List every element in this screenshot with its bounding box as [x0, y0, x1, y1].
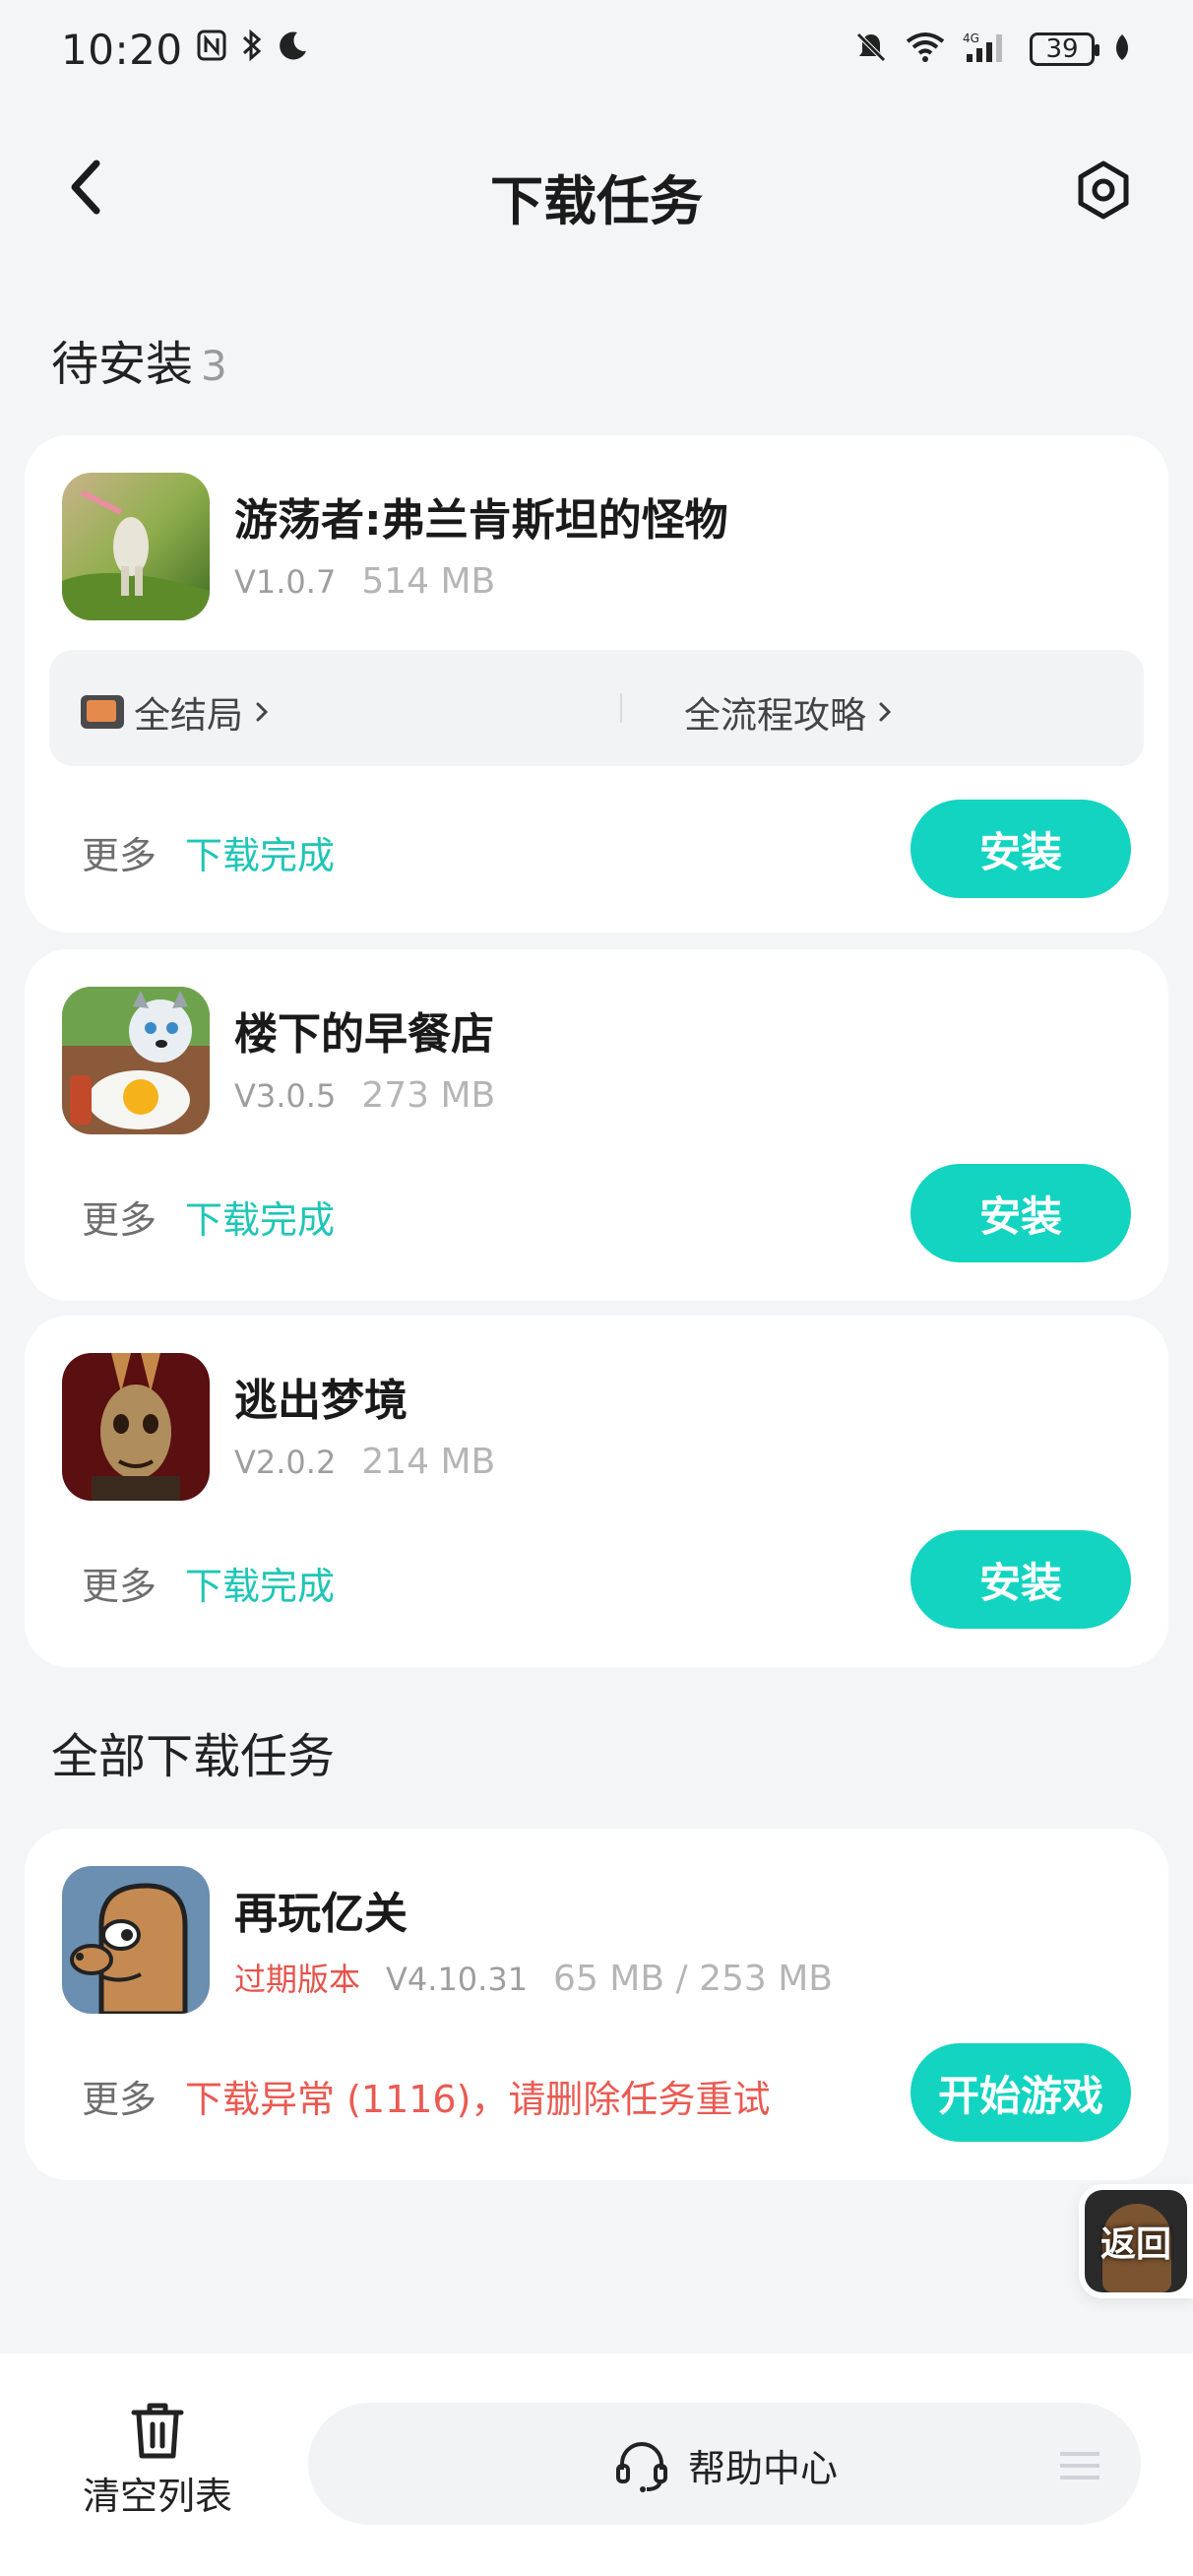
download-error-status: 下载异常 (1116)，请删除任务重试 — [185, 2078, 771, 2121]
help-center-label: 帮助中心 — [688, 2446, 839, 2490]
install-button[interactable]: 安装 — [910, 800, 1131, 898]
download-card[interactable]: 再玩亿关 过期版本 V4.10.31 65 MB / 253 MB 更多 下载异… — [25, 1829, 1168, 2180]
app-version: V1.0.7 — [234, 563, 337, 601]
app-name: 楼下的早餐店 — [234, 1009, 494, 1060]
pending-section-title: 待安装 3 — [51, 325, 227, 394]
moon-icon — [278, 30, 309, 70]
tv-icon — [81, 695, 124, 729]
start-game-button[interactable]: 开始游戏 — [910, 2043, 1131, 2142]
floating-back-button[interactable]: 返回 — [1079, 2184, 1193, 2298]
app-name: 再玩亿关 — [234, 1889, 408, 1939]
battery-icon: 39 — [1030, 32, 1099, 66]
status-bar-right: 4G 39 — [854, 31, 1132, 68]
app-icon-escape-dream[interactable] — [62, 1353, 210, 1501]
download-status: 下载完成 — [185, 1565, 336, 1608]
chevron-right-icon — [256, 702, 269, 722]
pending-count: 3 — [201, 342, 227, 390]
page-header: 下载任务 — [0, 138, 1193, 236]
card-footer: 更多 下载完成 安装 — [25, 1164, 1168, 1262]
status-bar: 10:20 4G 39 — [0, 0, 1193, 98]
download-status: 下载完成 — [185, 834, 336, 877]
floating-back-label: 返回 — [1099, 2224, 1171, 2265]
status-bar-left: 10:20 — [61, 26, 309, 74]
download-card[interactable]: 楼下的早餐店 V3.0.5 273 MB 更多 下载完成 安装 — [25, 949, 1168, 1301]
app-name: 游荡者:弗兰肯斯坦的怪物 — [234, 495, 728, 546]
app-meta: V2.0.2 214 MB — [234, 1442, 495, 1482]
app-version: V2.0.2 — [234, 1444, 337, 1481]
app-size: 214 MB — [361, 1442, 496, 1482]
help-center: 帮助中心 — [613, 2436, 838, 2493]
more-link[interactable]: 更多 — [82, 1556, 157, 1610]
card-footer: 更多 下载完成 安装 — [25, 800, 1168, 898]
app-meta: V1.0.7 514 MB — [234, 561, 495, 602]
app-size: 273 MB — [361, 1075, 496, 1116]
page-title: 下载任务 — [490, 170, 703, 232]
chevron-right-icon — [879, 702, 892, 722]
status-time: 10:20 — [61, 25, 183, 74]
mute-bell-icon — [854, 31, 888, 68]
card-footer: 更多 下载完成 安装 — [25, 1530, 1168, 1629]
app-version: V3.0.5 — [234, 1077, 337, 1115]
battery-level: 39 — [1045, 34, 1079, 64]
nfc-icon — [197, 29, 226, 71]
more-link[interactable]: 更多 — [82, 2069, 157, 2123]
app-icon-breakfast-shop[interactable] — [62, 987, 210, 1134]
install-button[interactable]: 安装 — [910, 1164, 1131, 1262]
settings-button[interactable] — [1071, 158, 1136, 223]
more-link[interactable]: 更多 — [82, 825, 157, 879]
guide-bar: 全结局 全流程攻略 — [49, 650, 1144, 766]
app-version: V4.10.31 — [386, 1961, 529, 1998]
app-meta: V3.0.5 273 MB — [234, 1075, 495, 1116]
app-meta: 过期版本 V4.10.31 65 MB / 253 MB — [234, 1955, 833, 2000]
guide-link-walkthrough[interactable]: 全流程攻略 — [684, 685, 894, 739]
more-link[interactable]: 更多 — [82, 1190, 157, 1244]
guide-link-label: 全结局 — [134, 694, 243, 737]
network-type-label: 4G — [963, 32, 979, 45]
bluetooth-icon — [240, 29, 264, 71]
help-center-button[interactable]: 帮助中心 — [308, 2403, 1141, 2525]
install-button[interactable]: 安装 — [910, 1530, 1131, 1629]
menu-icon[interactable] — [1058, 2446, 1101, 2489]
hexagon-settings-icon — [1078, 161, 1129, 220]
floating-back-avatar: 返回 — [1085, 2190, 1187, 2292]
app-name: 逃出梦境 — [234, 1376, 408, 1426]
guide-divider — [620, 693, 622, 723]
app-icon-wanderer[interactable] — [62, 473, 210, 620]
pending-title-text: 待安装 — [51, 337, 194, 392]
download-card[interactable]: 逃出梦境 V2.0.2 214 MB 更多 下载完成 安装 — [25, 1316, 1168, 1667]
clear-list-button[interactable]: 清空列表 — [69, 2401, 246, 2520]
download-status: 下载完成 — [185, 1198, 336, 1242]
download-progress-size: 65 MB / 253 MB — [553, 1959, 833, 1999]
clear-list-label: 清空列表 — [82, 2475, 232, 2518]
leaf-icon — [1112, 32, 1132, 66]
cellular-signal-icon: 4G — [963, 31, 1012, 68]
app-icon-replay-levels[interactable] — [62, 1866, 210, 2014]
expired-version-badge: 过期版本 — [234, 1961, 361, 1998]
all-tasks-section-title: 全部下载任务 — [51, 1729, 336, 1784]
card-footer: 更多 下载异常 (1116)，请删除任务重试 开始游戏 — [25, 2043, 1168, 2142]
trash-icon — [131, 2403, 184, 2459]
headset-icon — [616, 2442, 667, 2492]
guide-link-all-endings[interactable]: 全结局 — [81, 685, 271, 739]
app-size: 514 MB — [361, 561, 496, 602]
bottom-bar: 清空列表 帮助中心 — [0, 2353, 1193, 2576]
download-card[interactable]: 游荡者:弗兰肯斯坦的怪物 V1.0.7 514 MB 全结局 全流程攻略 更多 … — [25, 435, 1168, 933]
guide-link-label: 全流程攻略 — [684, 694, 866, 737]
wifi-icon — [906, 32, 945, 67]
